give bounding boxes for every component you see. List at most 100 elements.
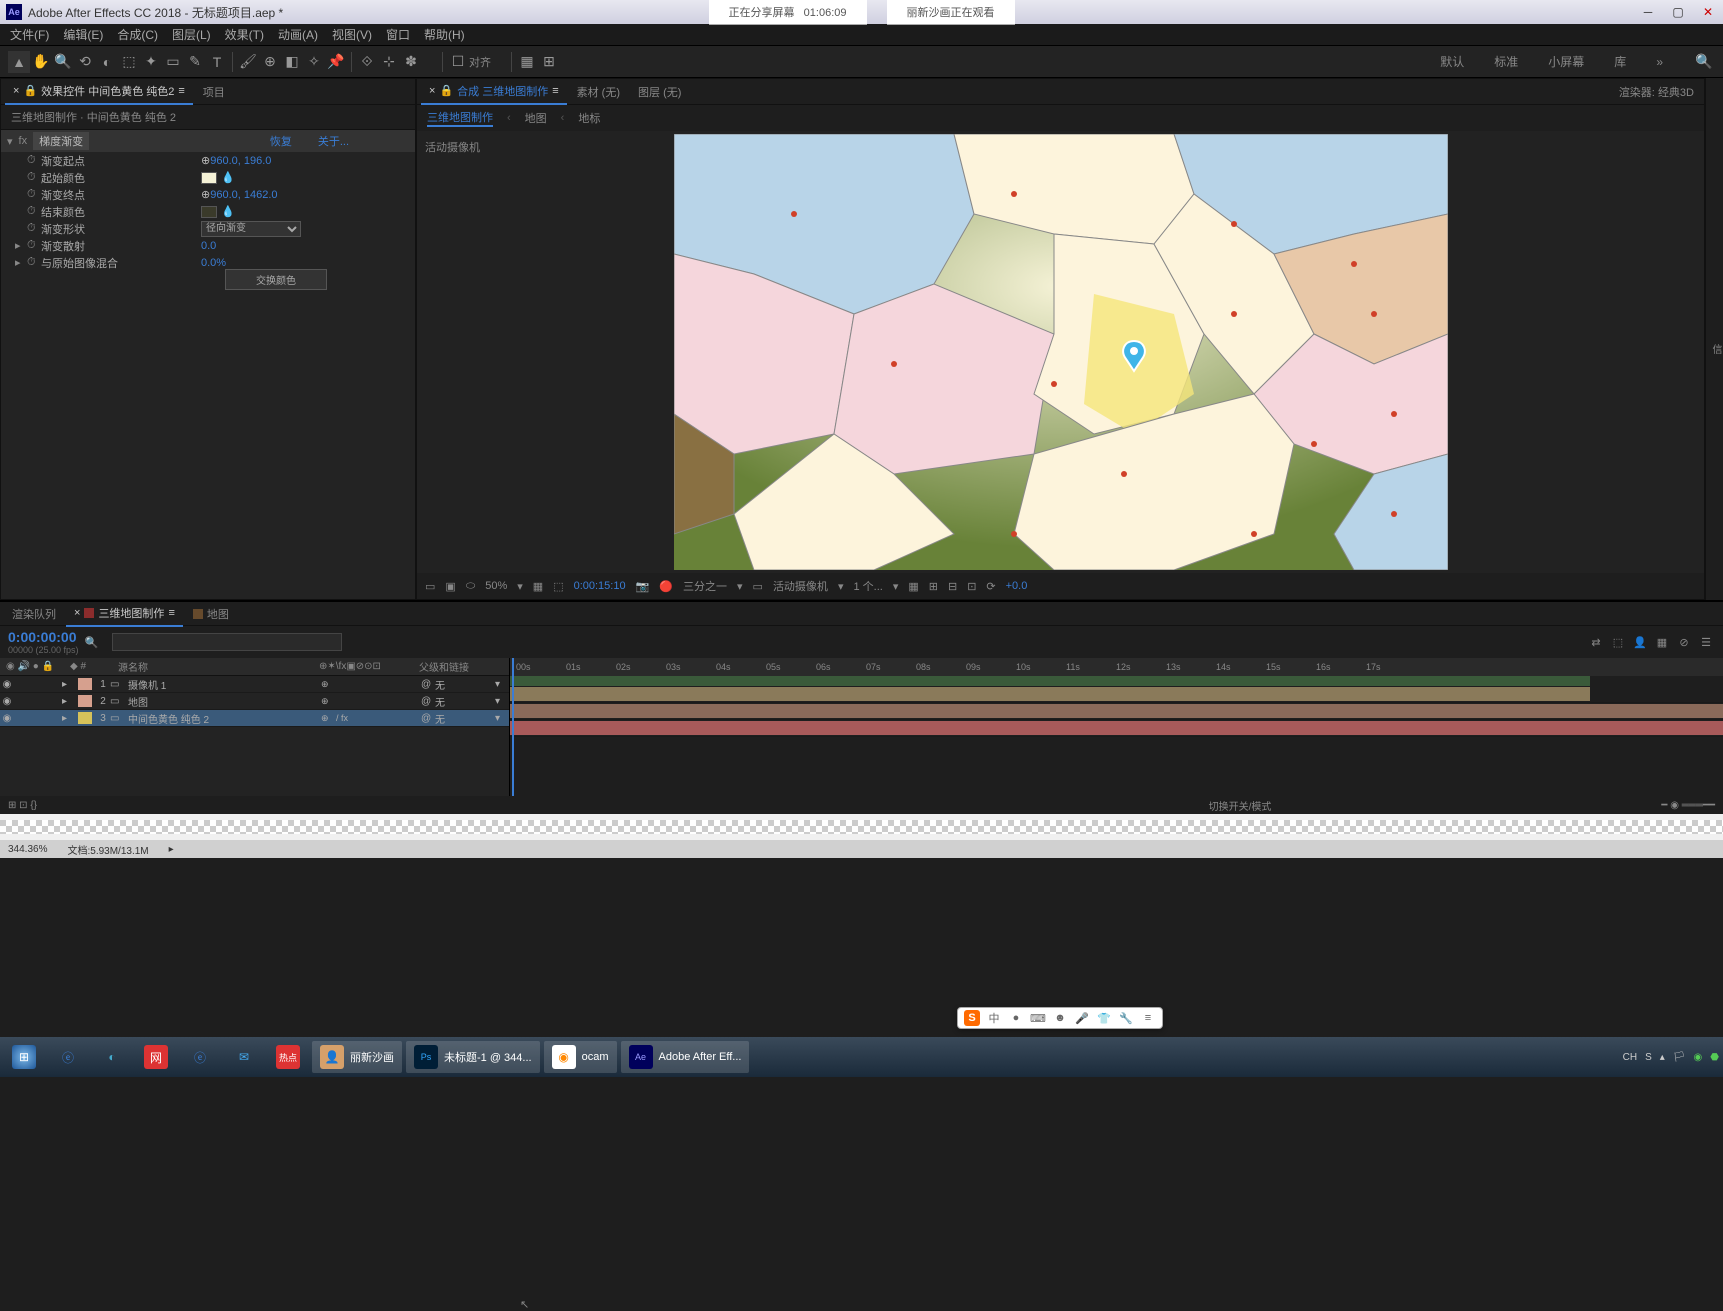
effect-about[interactable]: 关于... — [318, 133, 349, 149]
layer-color[interactable] — [78, 678, 92, 690]
menu-composition[interactable]: 合成(C) — [117, 26, 158, 43]
search-help-icon[interactable]: 🔍 — [1693, 51, 1715, 73]
tray-expand-icon[interactable]: ▴ — [1660, 1052, 1665, 1063]
workspace-dropdown-icon[interactable]: » — [1656, 55, 1663, 69]
timeline-icon[interactable]: ⊟ — [948, 580, 957, 593]
tab-composition[interactable]: × 🔒 合成 三维地图制作 ≡ — [421, 79, 567, 105]
subtab-marker[interactable]: 地标 — [578, 110, 600, 126]
tab-render-queue[interactable]: 渲染队列 — [4, 602, 64, 626]
fast-preview-icon[interactable]: ▭ — [753, 580, 763, 593]
taskbar-photoshop[interactable]: Ps未标题-1 @ 344... — [406, 1041, 540, 1073]
layer-color[interactable] — [78, 695, 92, 707]
resolution-dropdown[interactable]: 三分之一 — [683, 578, 727, 594]
ime-emoji-icon[interactable]: ☻ — [1052, 1010, 1068, 1026]
layer-row[interactable]: ◉ ▸ 2 ▭ 地图 ⊕ @ 无 ▾ — [0, 693, 509, 710]
snap-checkbox[interactable]: ☐ — [447, 51, 469, 73]
hand-tool-icon[interactable]: ✋ — [30, 51, 52, 73]
menu-help[interactable]: 帮助(H) — [424, 26, 465, 43]
motion-blur-icon[interactable]: ⊘ — [1675, 633, 1693, 651]
tray-lang[interactable]: CH — [1623, 1052, 1637, 1063]
stopwatch-icon[interactable]: ⏱ — [27, 171, 41, 185]
tray-flag-icon[interactable]: 🏳 — [1673, 1052, 1686, 1063]
stopwatch-icon[interactable]: ⏱ — [27, 154, 41, 168]
timeline-search-input[interactable] — [112, 633, 342, 651]
stopwatch-icon[interactable]: ⏱ — [27, 256, 41, 270]
renderer-display[interactable]: 渲染器: 经典3D — [1619, 84, 1704, 100]
eyedropper-icon[interactable]: 💧 — [221, 205, 237, 219]
close-button[interactable]: ✕ — [1693, 1, 1723, 23]
subtab-map[interactable]: 地图 — [525, 110, 547, 126]
pan-behind-tool-icon[interactable]: ✦ — [140, 51, 162, 73]
taskbar-ie[interactable]: ⓔ — [48, 1041, 88, 1073]
taskbar-ocam[interactable]: ◉ocam — [544, 1041, 617, 1073]
swatch-start-color[interactable] — [201, 172, 217, 184]
swap-colors-button[interactable]: 交换颜色 — [225, 269, 327, 290]
swatch-end-color[interactable] — [201, 206, 217, 218]
reset-exposure-icon[interactable]: ⟳ — [986, 580, 995, 593]
flowchart-icon[interactable]: ⊡ — [967, 580, 976, 593]
ime-skin-icon[interactable]: 👕 — [1096, 1010, 1112, 1026]
eyedropper-icon[interactable]: 💧 — [221, 171, 237, 185]
minimize-button[interactable]: ─ — [1633, 1, 1663, 23]
twirl-icon[interactable]: ▸ — [15, 239, 27, 252]
crosshair-icon[interactable]: ⊕ — [201, 154, 210, 167]
tab-map-timeline[interactable]: 地图 — [185, 602, 237, 626]
parent-dropdown[interactable]: 无 — [435, 694, 495, 709]
transparency-icon[interactable]: ▦ — [533, 580, 543, 593]
playhead[interactable] — [512, 658, 514, 796]
mask-mode-icon[interactable]: ▦ — [516, 51, 538, 73]
tab-comp-timeline[interactable]: × 三维地图制作 ≡ — [66, 601, 183, 627]
stopwatch-icon[interactable]: ⏱ — [27, 222, 41, 236]
col-parent[interactable]: 父级和链接 — [419, 659, 509, 674]
menu-window[interactable]: 窗口 — [386, 26, 410, 43]
val-start-point[interactable]: 960.0, 196.0 — [210, 155, 271, 167]
shape-tool-icon[interactable]: ▭ — [162, 51, 184, 73]
camera-tool-icon[interactable]: ⬚ — [118, 51, 140, 73]
taskbar-browser[interactable]: ◐ — [92, 1041, 132, 1073]
tab-layer[interactable]: 图层 (无) — [630, 80, 689, 104]
col-label[interactable]: ◆ # — [70, 661, 98, 672]
grid-icon[interactable]: ▣ — [445, 580, 455, 593]
zoom-tool-icon[interactable]: 🔍 — [52, 51, 74, 73]
menu-layer[interactable]: 图层(L) — [172, 26, 211, 43]
selection-tool-icon[interactable]: ▲ — [8, 51, 30, 73]
zoom-dropdown[interactable]: 50% — [485, 580, 507, 592]
start-button[interactable]: ⊞ — [4, 1041, 44, 1073]
layer-row[interactable]: ◉ ▸ 1 ▭ 摄像机 1 ⊕ @ 无 ▾ — [0, 676, 509, 693]
taskbar-netease[interactable]: 网 — [136, 1041, 176, 1073]
comp-mini-icon[interactable]: ⇄ — [1587, 633, 1605, 651]
draft3d-icon[interactable]: ⬚ — [1609, 633, 1627, 651]
shy-icon[interactable]: 👤 — [1631, 633, 1649, 651]
workspace-standard[interactable]: 标准 — [1494, 53, 1518, 70]
workspace-small[interactable]: 小屏幕 — [1548, 53, 1584, 70]
ps-zoom[interactable]: 344.36% — [8, 844, 47, 855]
current-time[interactable]: 0:00:00:00 — [8, 629, 79, 645]
menu-animation[interactable]: 动画(A) — [278, 26, 318, 43]
layer-switches[interactable]: ⊕ / fx — [321, 713, 421, 724]
layer-name[interactable]: 摄像机 1 — [124, 677, 321, 692]
workspace-library[interactable]: 库 — [1614, 53, 1626, 70]
parent-pickwhip-icon[interactable]: @ — [421, 679, 435, 690]
share-viewer[interactable]: 丽新沙画正在观看 — [887, 0, 1015, 25]
taskbar-hotspot[interactable]: 热点 — [268, 1041, 308, 1073]
frame-blend-icon[interactable]: ▦ — [1653, 633, 1671, 651]
taskbar-edge[interactable]: ⓔ — [180, 1041, 220, 1073]
world-axis-icon[interactable]: ⊹ — [378, 51, 400, 73]
ime-tool-icon[interactable]: 🔧 — [1118, 1010, 1134, 1026]
ps-doc-size[interactable]: 文档:5.93M/13.1M — [67, 842, 148, 857]
channel-icon[interactable]: 🔴 — [659, 580, 673, 593]
mask-mode2-icon[interactable]: ⊞ — [538, 51, 560, 73]
system-tray[interactable]: CH S ▴ 🏳 ◉ ⬣ — [1623, 1052, 1719, 1063]
taskbar-aftereffects[interactable]: AeAdobe After Eff... — [621, 1041, 750, 1073]
tab-effect-controls[interactable]: × 🔒 效果控件 中间色黄色 纯色2 ≡ — [5, 79, 193, 105]
mask-toggle-icon[interactable]: ⬭ — [466, 580, 475, 593]
ime-punct-icon[interactable]: ● — [1008, 1010, 1024, 1026]
crosshair-icon[interactable]: ⊕ — [201, 188, 210, 201]
layer-switches[interactable]: ⊕ — [321, 679, 421, 690]
ime-menu-icon[interactable]: ≡ — [1140, 1010, 1156, 1026]
val-end-point[interactable]: 960.0, 1462.0 — [210, 189, 277, 201]
stopwatch-icon[interactable]: ⏱ — [27, 205, 41, 219]
layer-name[interactable]: 地图 — [124, 694, 321, 709]
brush-tool-icon[interactable]: 🖌 — [237, 51, 259, 73]
parent-pickwhip-icon[interactable]: @ — [421, 696, 435, 707]
